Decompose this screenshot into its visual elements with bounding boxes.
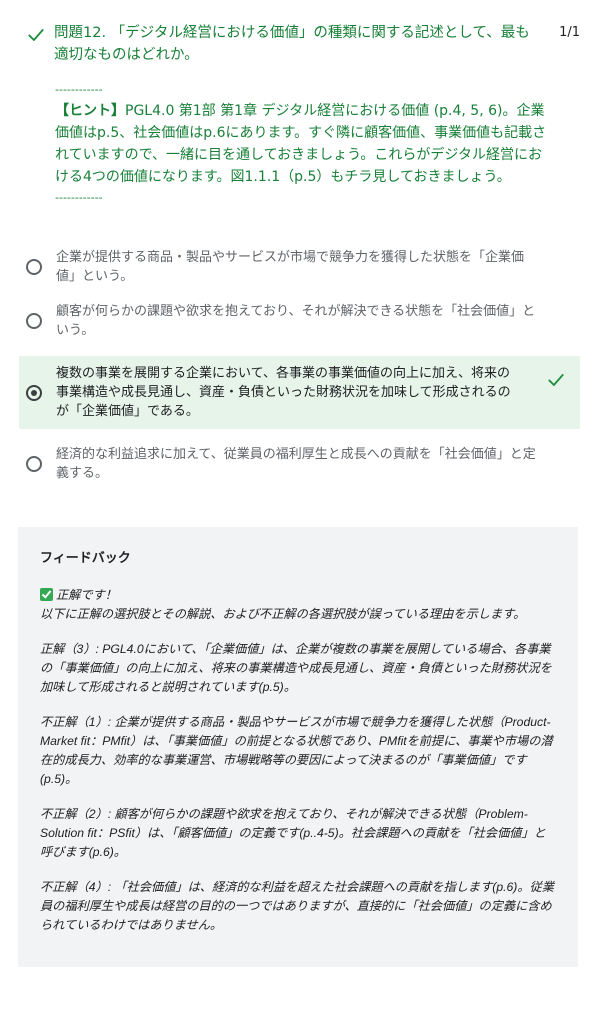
option-1-label: 企業が提供する商品・製品やサービスが市場で競争力を獲得した状態を「企業価値」とい… bbox=[56, 250, 525, 284]
radio-button-4[interactable] bbox=[26, 456, 42, 472]
feedback-paragraph-1: 正解（3）: PGL4.0において、「企業価値」は、企業が複数の事業を展開してい… bbox=[40, 642, 552, 694]
option-4[interactable]: 経済的な利益追求に加えて、従業員の福利厚生と成長への貢献を「社会価値」と定義する… bbox=[19, 437, 580, 491]
question-title: 問題12. 「デジタル経営における価値」の種類に関する記述として、最も適切なもの… bbox=[54, 25, 530, 63]
hint-separator-bottom: ------------ bbox=[55, 191, 103, 204]
option-2-label: 顧客が何らかの課題や欲求を抱えており、それが解決できる状態を「社会価値」という。 bbox=[56, 304, 536, 338]
correct-check-icon bbox=[28, 29, 44, 41]
feedback-paragraph-3: 不正解（2）: 顧客が何らかの課題や欲求を抱えており、それが解決できる状態（Pr… bbox=[40, 807, 546, 859]
option-3-selected[interactable]: 複数の事業を展開する企業において、各事業の事業価値の向上に加え、将来の事業構造や… bbox=[19, 356, 580, 429]
option-correct-check-icon bbox=[548, 374, 564, 386]
question-block: 問題12. 「デジタル経営における価値」の種類に関する記述として、最も適切なもの… bbox=[0, 0, 596, 206]
radio-button-3[interactable] bbox=[26, 384, 42, 401]
option-3-label: 複数の事業を展開する企業において、各事業の事業価値の向上に加え、将来の事業構造や… bbox=[56, 366, 511, 419]
feedback-paragraph-2: 不正解（1）: 企業が提供する商品・製品やサービスが市場で競争力を獲得した状態（… bbox=[40, 715, 553, 786]
hint-separator-top: ------------ bbox=[55, 83, 103, 96]
radio-button-2[interactable] bbox=[26, 313, 42, 329]
feedback-correct-label: 正解です！ bbox=[56, 588, 117, 602]
radio-button-1[interactable] bbox=[26, 259, 42, 275]
feedback-intro-text: 以下に正解の選択肢とその解説、および不正解の各選択肢が誤っている理由を示します。 bbox=[40, 607, 526, 621]
hint-text: 【ヒント】PGL4.0 第1部 第1章 デジタル経営における価値 (p.4, 5… bbox=[55, 100, 555, 188]
feedback-panel: フィードバック 正解です！ 以下に正解の選択肢とその解説、および不正解の各選択肢… bbox=[18, 527, 578, 967]
hint-label: 【ヒント】 bbox=[55, 103, 125, 119]
option-1[interactable]: 企業が提供する商品・製品やサービスが市場で競争力を獲得した状態を「企業価値」とい… bbox=[19, 240, 580, 294]
checkmark-box-icon bbox=[40, 588, 53, 601]
question-score: 1/1 bbox=[559, 25, 580, 40]
option-2[interactable]: 顧客が何らかの課題や欲求を抱えており、それが解決できる状態を「社会価値」という。 bbox=[19, 294, 580, 348]
hint-block: ------------ 【ヒント】PGL4.0 第1部 第1章 デジタル経営に… bbox=[55, 82, 555, 206]
feedback-title: フィードバック bbox=[40, 550, 131, 565]
feedback-intro: 正解です！ 以下に正解の選択肢とその解説、および不正解の各選択肢が誤っている理由… bbox=[40, 586, 556, 624]
feedback-paragraph-4: 不正解（4）: 「社会価値」は、経済的な利益を超えた社会課題への貢献を指します(… bbox=[40, 880, 554, 932]
hint-body: PGL4.0 第1部 第1章 デジタル経営における価値 (p.4, 5, 6)。… bbox=[55, 103, 547, 185]
answer-options: 企業が提供する商品・製品やサービスが市場で競争力を獲得した状態を「企業価値」とい… bbox=[0, 240, 596, 491]
option-4-label: 経済的な利益追求に加えて、従業員の福利厚生と成長への貢献を「社会価値」と定義する… bbox=[56, 447, 536, 481]
